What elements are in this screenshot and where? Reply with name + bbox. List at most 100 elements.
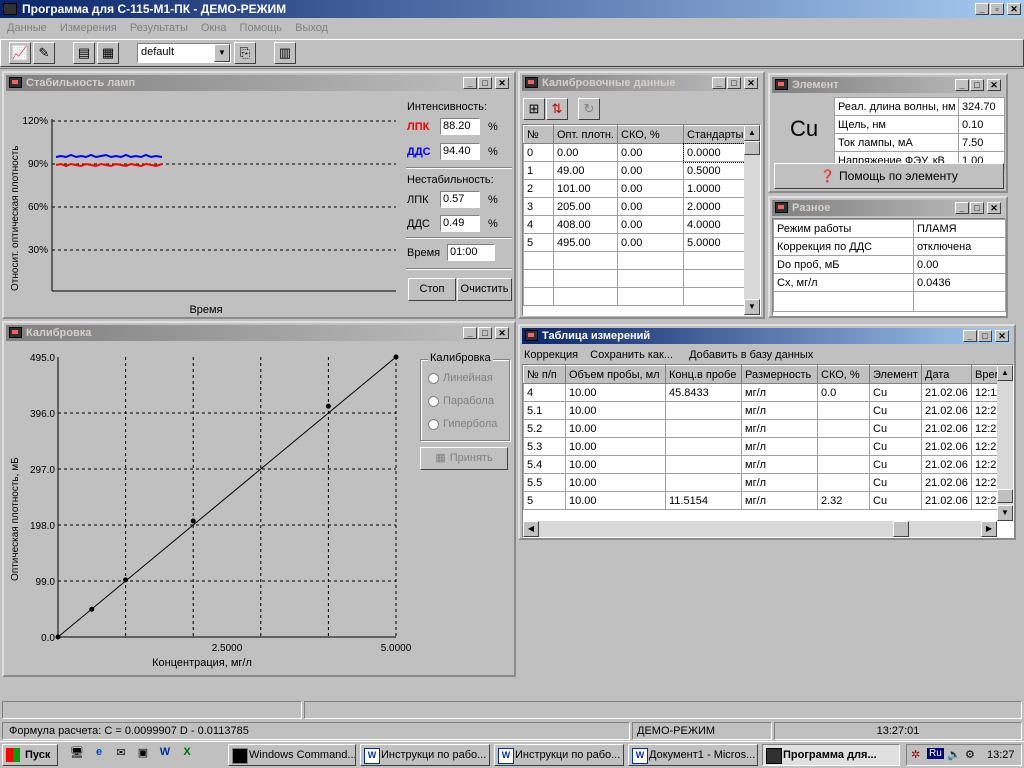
table-row[interactable]: 510.0011.5154мг/л2.32Cu21.02.0612:21 — [523, 491, 998, 510]
column-header[interactable]: СКО, % — [817, 365, 870, 384]
table-cell[interactable] — [665, 437, 742, 456]
table-cell[interactable] — [665, 401, 742, 420]
table-row[interactable]: Cx, мг/л 0.0436 — [773, 273, 1006, 292]
table-cell[interactable]: 45.8433 — [665, 383, 742, 402]
ie-icon[interactable]: e — [90, 746, 108, 764]
table-cell[interactable]: 5.1 — [523, 401, 566, 420]
table-cell[interactable]: 0.00 — [617, 179, 684, 198]
table-cell[interactable]: 12:21 — [971, 437, 998, 456]
table-cell[interactable]: 21.02.06 — [921, 473, 972, 492]
start-button[interactable]: Пуск — [2, 744, 58, 766]
menu-save-as[interactable]: Сохранить как... — [590, 349, 673, 361]
table-cell[interactable]: 10.00 — [565, 437, 666, 456]
table-cell[interactable]: 10.00 — [565, 473, 666, 492]
close-icon[interactable]: ✕ — [987, 202, 1001, 214]
table-cell[interactable] — [817, 419, 870, 438]
table-cell[interactable]: 7.50 — [958, 133, 1005, 152]
scroll-thumb[interactable] — [997, 489, 1013, 503]
table-row[interactable]: Режим работы ПЛАМЯ — [773, 219, 1006, 238]
table-cell[interactable]: 12:21 — [971, 401, 998, 420]
table-cell[interactable]: 21.02.06 — [921, 401, 972, 420]
excel-icon[interactable]: X — [178, 746, 196, 764]
close-icon[interactable]: ✕ — [495, 77, 509, 89]
table-cell[interactable]: 0.0000 — [682, 142, 748, 163]
table-cell[interactable]: 0.00 — [617, 197, 684, 216]
table-cell[interactable] — [523, 287, 554, 306]
table-row[interactable]: Щель, нм 0.10 — [834, 115, 1005, 134]
menu-measurements[interactable]: Измерения — [55, 19, 122, 37]
table-cell[interactable]: 10.00 — [565, 419, 666, 438]
task-word-3[interactable]: W Документ1 - Micros... — [628, 744, 758, 766]
scroll-thumb[interactable] — [744, 141, 760, 155]
language-indicator[interactable]: Ru — [927, 748, 944, 759]
calibration-titlebar[interactable]: Калибровка _ □ ✕ — [6, 325, 512, 341]
maximize-icon[interactable]: □ — [970, 79, 984, 91]
menu-correction[interactable]: Коррекция — [524, 349, 578, 361]
table-cell[interactable]: ПЛАМЯ — [913, 219, 1006, 238]
table-cell[interactable]: 12:21 — [971, 419, 998, 438]
measurements-titlebar[interactable]: Таблица измерений _ □ ✕ — [522, 328, 1012, 344]
table-cell[interactable]: 0.00 — [617, 215, 684, 234]
table-cell[interactable]: 0.00 — [617, 161, 684, 180]
table-cell[interactable]: Cu — [869, 455, 922, 474]
scroll-left-icon[interactable]: ◀ — [523, 521, 539, 537]
table-cell[interactable]: Cu — [869, 473, 922, 492]
accept-button[interactable]: ▦ Принять — [420, 447, 508, 470]
calculator-icon[interactable]: ▥ — [274, 42, 296, 64]
chart-icon[interactable]: 📈 — [9, 42, 31, 64]
table-row[interactable]: Реал. длина волны, нм 324.70 — [834, 97, 1005, 116]
task-cmd[interactable]: Windows Command... — [228, 744, 356, 766]
table-row[interactable]: 5.410.00 мг/л Cu21.02.0612:21 — [523, 455, 998, 474]
table-cell[interactable] — [617, 251, 684, 270]
calib-data-scrollbar[interactable]: ▲ ▼ — [744, 125, 760, 315]
table-cell[interactable]: 1 — [523, 161, 554, 180]
table-cell[interactable]: 21.02.06 — [921, 437, 972, 456]
radio-hyperbola[interactable]: Гипербола — [428, 418, 497, 430]
table-cell[interactable]: 324.70 — [958, 97, 1005, 116]
stop-button[interactable]: Стоп — [408, 278, 456, 301]
form-icon[interactable]: ▤ — [73, 42, 95, 64]
chevron-down-icon[interactable]: ▼ — [214, 44, 230, 62]
column-header[interactable]: СКО, % — [617, 125, 684, 144]
table-cell[interactable]: 0 — [523, 143, 554, 162]
task-program[interactable]: Программа для... — [762, 744, 900, 766]
close-icon[interactable]: ✕ — [1007, 3, 1021, 15]
table-cell[interactable]: 21.02.06 — [921, 455, 972, 474]
table-row[interactable]: 2 101.00 0.00 1.0000 — [523, 179, 747, 198]
table-cell[interactable]: 4.0000 — [683, 215, 747, 234]
word-icon[interactable]: W — [156, 746, 174, 764]
app-icon[interactable] — [3, 3, 17, 15]
table-cell[interactable]: Коррекция по ДДС — [773, 237, 914, 256]
table-row[interactable]: 1 49.00 0.00 0.5000 — [523, 161, 747, 180]
table-cell[interactable]: 49.00 — [553, 161, 618, 180]
table-cell[interactable]: 0.5000 — [683, 161, 747, 180]
table-cell[interactable]: мг/л — [741, 491, 818, 510]
table-cell[interactable]: Cu — [869, 401, 922, 420]
table-cell[interactable]: 495.00 — [553, 233, 618, 252]
table-cell[interactable]: Режим работы — [773, 219, 914, 238]
column-header[interactable]: Время — [971, 365, 998, 384]
table-cell[interactable]: 101.00 — [553, 179, 618, 198]
lpk-intensity-field[interactable]: 88.20 — [440, 118, 480, 135]
maximize-icon[interactable]: □ — [478, 77, 492, 89]
radio-parabola[interactable]: Парабола — [428, 395, 494, 407]
minimize-icon[interactable]: _ — [463, 77, 477, 89]
close-icon[interactable]: ✕ — [987, 79, 1001, 91]
clear-button[interactable]: Очистить — [457, 278, 512, 301]
table-cell[interactable]: 21.02.06 — [921, 383, 972, 402]
minimize-icon[interactable]: _ — [963, 330, 977, 342]
refresh-icon[interactable]: ↻ — [578, 98, 600, 120]
menu-add-to-db[interactable]: Добавить в базу данных — [689, 349, 813, 361]
apply-profile-icon[interactable]: ⎘ — [234, 42, 256, 64]
misc-titlebar[interactable]: Разное _ □ ✕ — [772, 200, 1004, 216]
desktop-icon[interactable]: 🖥 — [68, 746, 86, 764]
table-cell[interactable]: Cu — [869, 383, 922, 402]
table-cell[interactable]: 0.00 — [913, 255, 1006, 274]
table-cell[interactable] — [665, 473, 742, 492]
table-row[interactable]: 5.210.00 мг/л Cu21.02.0612:21 — [523, 419, 998, 438]
table-cell[interactable] — [665, 455, 742, 474]
table-cell[interactable]: 10.00 — [565, 383, 666, 402]
table-cell[interactable]: 10.00 — [565, 455, 666, 474]
table-cell[interactable]: 1.0000 — [683, 179, 747, 198]
close-icon[interactable]: ✕ — [995, 330, 1009, 342]
